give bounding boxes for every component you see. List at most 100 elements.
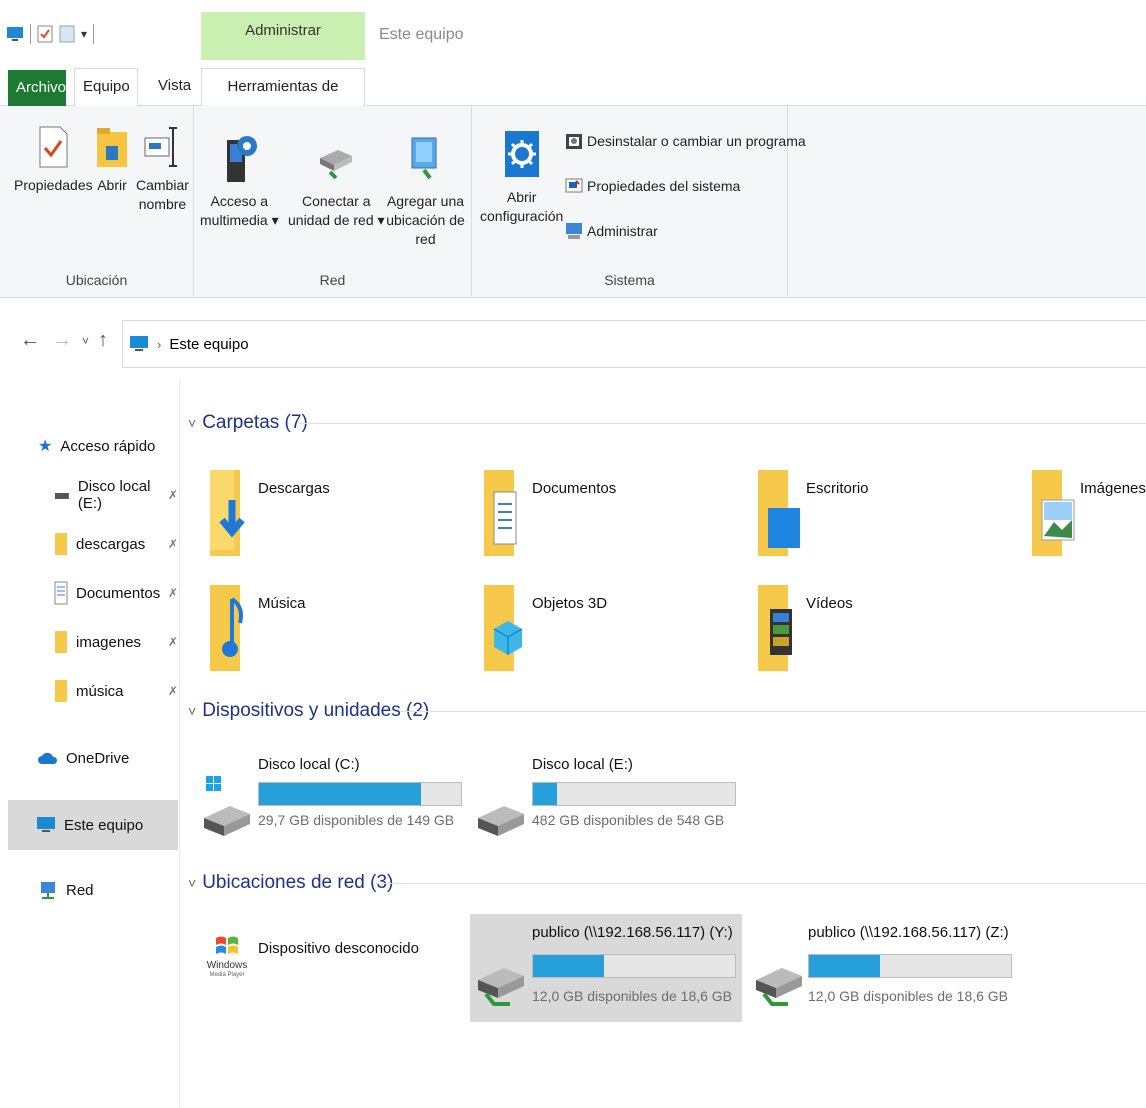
open-settings-button[interactable]: Abrir configuración — [480, 130, 563, 226]
drive-c[interactable]: Disco local (C:) 29,7 GB disponibles de … — [202, 752, 462, 852]
manage-button[interactable]: Administrar — [565, 222, 658, 240]
sidebar-item-label: OneDrive — [66, 749, 130, 767]
button-label: Administrar — [587, 223, 658, 239]
network-unknown-device[interactable]: Windows Media Player Dispositivo descono… — [202, 928, 462, 1008]
back-arrow-icon[interactable]: ← — [20, 329, 40, 352]
folder-imagenes[interactable]: Imágenes — [1032, 470, 1146, 570]
sidebar-item-musica[interactable]: música ✗ — [10, 671, 178, 711]
folder-escritorio[interactable]: Escritorio — [758, 470, 1008, 570]
folder-name: Música — [258, 595, 306, 612]
tab-herramientas-de-unidad[interactable]: Herramientas de unidad — [201, 68, 365, 131]
group-ubicacion: Propiedades Abrir Cambiar nombre Ubicaci… — [0, 106, 194, 296]
sidebar-item-acceso-rapido[interactable]: ★ Acceso rápido — [10, 426, 178, 466]
chevron-down-icon[interactable]: ˅ — [188, 875, 196, 891]
open-icon — [97, 128, 127, 167]
section-divider — [300, 423, 1146, 424]
properties-button[interactable]: Propiedades — [14, 126, 93, 195]
drive-usage-bar — [808, 954, 1012, 978]
uninstall-icon — [566, 134, 582, 149]
breadcrumb-chevron-icon[interactable]: › — [157, 337, 161, 352]
pin-icon[interactable]: ✗ — [168, 488, 178, 502]
group-red: Acceso a multimedia ▾ Conectar a unidad … — [194, 106, 472, 296]
drive-name: publico (\\192.168.56.117) (Y:) — [532, 924, 733, 941]
group-label-ubicacion: Ubicación — [65, 272, 128, 288]
pin-icon[interactable]: ✗ — [168, 635, 178, 649]
button-label: unidad de red ▾ — [288, 212, 385, 228]
section-title: Ubicaciones de red (3) — [202, 872, 394, 893]
sidebar-item-disco-e[interactable]: Disco local (E:) ✗ — [10, 475, 178, 515]
desktop-folder-icon — [758, 470, 800, 556]
sidebar-item-label: Documentos — [76, 584, 161, 602]
button-label: ubicación de red — [386, 212, 465, 247]
button-label: Acceso a — [210, 193, 269, 209]
sidebar-item-label: música — [76, 682, 124, 700]
new-folder-icon[interactable] — [59, 25, 75, 43]
network-drive-icon — [320, 150, 353, 180]
drive-icon — [54, 493, 69, 499]
folder-videos[interactable]: Vídeos — [758, 585, 1008, 685]
map-network-drive-button[interactable]: Conectar a unidad de red ▾ — [288, 136, 385, 230]
pin-icon[interactable]: ✗ — [168, 684, 178, 698]
sidebar-item-red[interactable]: Red — [10, 870, 178, 910]
pin-icon[interactable]: ✗ — [168, 537, 178, 551]
pin-icon[interactable]: ✗ — [168, 586, 178, 600]
section-dispositivos-header[interactable]: ˅ Dispositivos y unidades (2) — [188, 700, 1146, 722]
add-network-location-button[interactable]: Agregar una ubicación de red — [380, 134, 471, 249]
sidebar-item-documentos[interactable]: Documentos ✗ — [10, 573, 178, 613]
tab-vista[interactable]: Vista — [150, 68, 199, 106]
sidebar-item-este-equipo[interactable]: Este equipo — [8, 800, 178, 850]
tab-archivo[interactable]: Archivo — [8, 70, 66, 106]
sidebar-item-descargas[interactable]: descargas ✗ — [10, 524, 178, 564]
recent-locations-chevron-icon[interactable]: ˅ — [82, 334, 89, 348]
folder-name: Vídeos — [806, 595, 853, 612]
folder-name: Objetos 3D — [532, 595, 608, 612]
drive-usage-fill — [809, 955, 880, 977]
separator — [93, 24, 95, 44]
button-label: Propiedades — [14, 177, 93, 193]
folder-name: Escritorio — [806, 480, 869, 497]
button-label: Desinstalar o cambiar un programa — [587, 133, 806, 149]
rename-button[interactable]: Cambiar nombre — [136, 126, 189, 214]
up-arrow-icon[interactable]: ↑ — [98, 329, 108, 352]
properties-icon — [39, 126, 68, 168]
folder-documentos[interactable]: Documentos — [484, 470, 734, 570]
sidebar-item-onedrive[interactable]: OneDrive — [10, 738, 178, 778]
button-label: Abrir — [97, 177, 127, 193]
gear-icon — [504, 131, 539, 177]
network-drive-z[interactable]: publico (\\192.168.56.117) (Z:) 12,0 GB … — [750, 914, 1020, 1022]
section-carpetas-header[interactable]: ˅ Carpetas (7) — [188, 412, 1146, 434]
folder-objetos-3d[interactable]: Objetos 3D — [484, 585, 734, 685]
folder-name: Documentos — [532, 480, 617, 497]
context-tab-label[interactable]: Administrar — [201, 22, 365, 39]
music-folder-icon — [210, 585, 243, 671]
sidebar-item-label: descargas — [76, 535, 146, 553]
drive-e[interactable]: Disco local (E:) 482 GB disponibles de 5… — [476, 752, 736, 852]
computer-icon[interactable] — [6, 25, 24, 43]
windows-media-player-logo: Windows Media Player — [202, 934, 252, 979]
uninstall-program-button[interactable]: Desinstalar o cambiar un programa — [565, 132, 806, 150]
customize-toolbar-icon[interactable]: ▾ — [81, 27, 87, 41]
forward-arrow-icon[interactable]: → — [52, 329, 72, 352]
section-divider — [400, 711, 1146, 712]
button-label: Conectar a — [302, 193, 371, 209]
sidebar-item-imagenes[interactable]: imagenes ✗ — [10, 622, 178, 662]
media-access-button[interactable]: Acceso a multimedia ▾ — [200, 134, 279, 230]
section-ubicaciones-red-header[interactable]: ˅ Ubicaciones de red (3) — [188, 872, 1146, 894]
address-bar[interactable]: › Este equipo — [122, 320, 1146, 368]
windows-flag-icon — [216, 936, 238, 954]
drive-name: publico (\\192.168.56.117) (Z:) — [808, 924, 1009, 941]
folder-musica[interactable]: Música — [210, 585, 460, 685]
chevron-down-icon[interactable]: ˅ — [188, 703, 196, 719]
breadcrumb-este-equipo[interactable]: Este equipo — [169, 336, 248, 353]
open-button[interactable]: Abrir — [96, 126, 128, 195]
tab-equipo[interactable]: Equipo — [74, 68, 138, 107]
section-title: Dispositivos y unidades (2) — [202, 700, 430, 721]
system-properties-button[interactable]: Propiedades del sistema — [565, 177, 740, 195]
chevron-down-icon[interactable]: ˅ — [188, 415, 196, 431]
properties-check-icon[interactable] — [37, 25, 53, 43]
folder-descargas[interactable]: Descargas — [210, 470, 460, 570]
drive-icon — [478, 806, 524, 836]
drive-free-space: 482 GB disponibles de 548 GB — [532, 812, 725, 828]
3d-objects-folder-icon — [484, 585, 523, 671]
network-drive-y[interactable]: publico (\\192.168.56.117) (Y:) 12,0 GB … — [470, 914, 742, 1022]
